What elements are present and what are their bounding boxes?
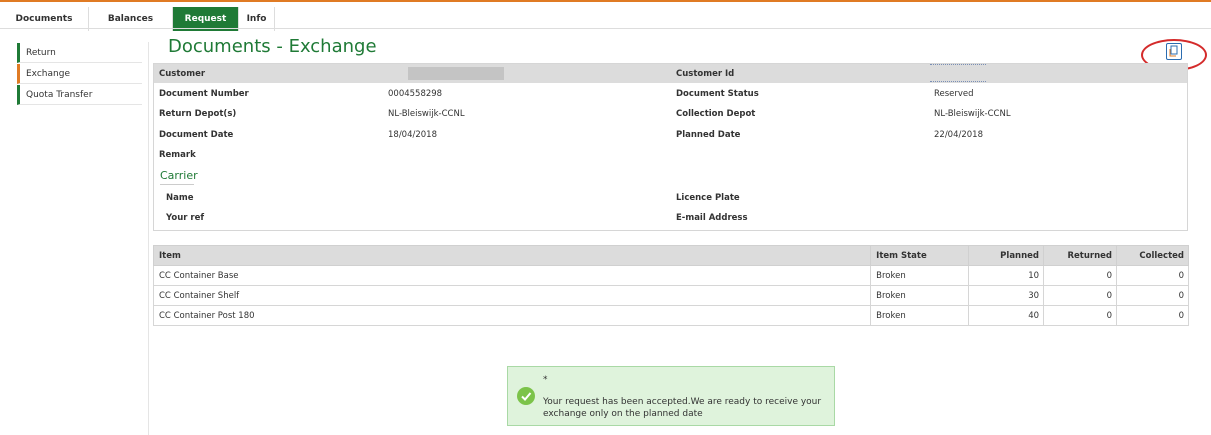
planned-cell: 40 [968, 305, 1045, 326]
collected-cell: 0 [1115, 305, 1190, 326]
item-state-cell: Broken [870, 305, 970, 326]
document-info-panel: Customer Customer Id Document Number 000… [153, 63, 1188, 231]
document-date-value: 18/04/2018 [388, 130, 437, 140]
your-ref-label: Your ref [166, 213, 205, 223]
document-number-label: Document Number [159, 89, 249, 99]
planned-cell: 30 [968, 285, 1045, 306]
document-date-label: Document Date [159, 130, 234, 140]
success-notification: * Your request has been accepted.We are … [507, 366, 835, 426]
table-row: CC Container Base Broken 10 0 0 [152, 265, 1190, 286]
document-number-value: 0004558298 [388, 89, 443, 99]
returned-cell: 0 [1043, 285, 1117, 306]
planned-date-label: Planned Date [676, 130, 741, 140]
carrier-name-label: Name [166, 193, 194, 203]
item-state-cell: Broken [870, 285, 970, 306]
sidebar-item-quota-transfer[interactable]: Quota Transfer [17, 85, 142, 105]
customer-id-label: Customer Id [676, 69, 735, 79]
collected-cell: 0 [1115, 285, 1190, 306]
planned-cell: 10 [968, 265, 1045, 286]
customer-label: Customer [159, 69, 206, 79]
collection-depot-label: Collection Depot [676, 109, 756, 119]
table-row: CC Container Post 180 Broken 40 0 0 [152, 305, 1190, 326]
items-table: Item Item State Planned Returned Collect… [152, 245, 1190, 326]
collected-cell: 0 [1115, 265, 1190, 286]
customer-header-row: Customer Customer Id [154, 64, 1187, 83]
top-tab-bar: Documents Balances Request Info [0, 0, 1211, 31]
notification-marker: * [543, 375, 548, 385]
licence-plate-label: Licence Plate [676, 193, 740, 203]
column-header-returned: Returned [1043, 245, 1117, 266]
column-header-item: Item [152, 245, 872, 266]
sidebar: Return Exchange Quota Transfer [17, 43, 142, 106]
returned-cell: 0 [1043, 265, 1117, 286]
document-status-value: Reserved [934, 89, 974, 99]
email-address-label: E-mail Address [676, 213, 748, 223]
customer-value-redacted [408, 67, 504, 80]
sidebar-item-return[interactable]: Return [17, 43, 142, 63]
column-header-item-state: Item State [870, 245, 970, 266]
returned-cell: 0 [1043, 305, 1117, 326]
return-depot-label: Return Depot(s) [159, 109, 237, 119]
return-depot-value: NL-Bleiswijk-CCNL [388, 109, 465, 119]
planned-date-value: 22/04/2018 [934, 130, 983, 140]
column-header-planned: Planned [968, 245, 1045, 266]
document-status-label: Document Status [676, 89, 759, 99]
carrier-section-title: Carrier [160, 169, 198, 185]
table-row: CC Container Shelf Broken 30 0 0 [152, 285, 1190, 306]
check-circle-icon [517, 387, 535, 405]
notification-message: Your request has been accepted.We are re… [543, 397, 822, 419]
item-cell: CC Container Base [152, 265, 872, 286]
tab-bar-divider [0, 28, 1211, 29]
item-state-cell: Broken [870, 265, 970, 286]
sidebar-item-exchange[interactable]: Exchange [17, 64, 142, 84]
item-cell: CC Container Shelf [152, 285, 872, 306]
customer-id-value-redacted [930, 64, 986, 82]
table-header-row: Item Item State Planned Returned Collect… [152, 245, 1190, 266]
page-title: Documents - Exchange [168, 36, 377, 57]
sidebar-divider [148, 42, 149, 435]
item-cell: CC Container Post 180 [152, 305, 872, 326]
remark-label: Remark [159, 150, 196, 160]
collection-depot-value: NL-Bleiswijk-CCNL [934, 109, 1011, 119]
column-header-collected: Collected [1115, 245, 1190, 266]
